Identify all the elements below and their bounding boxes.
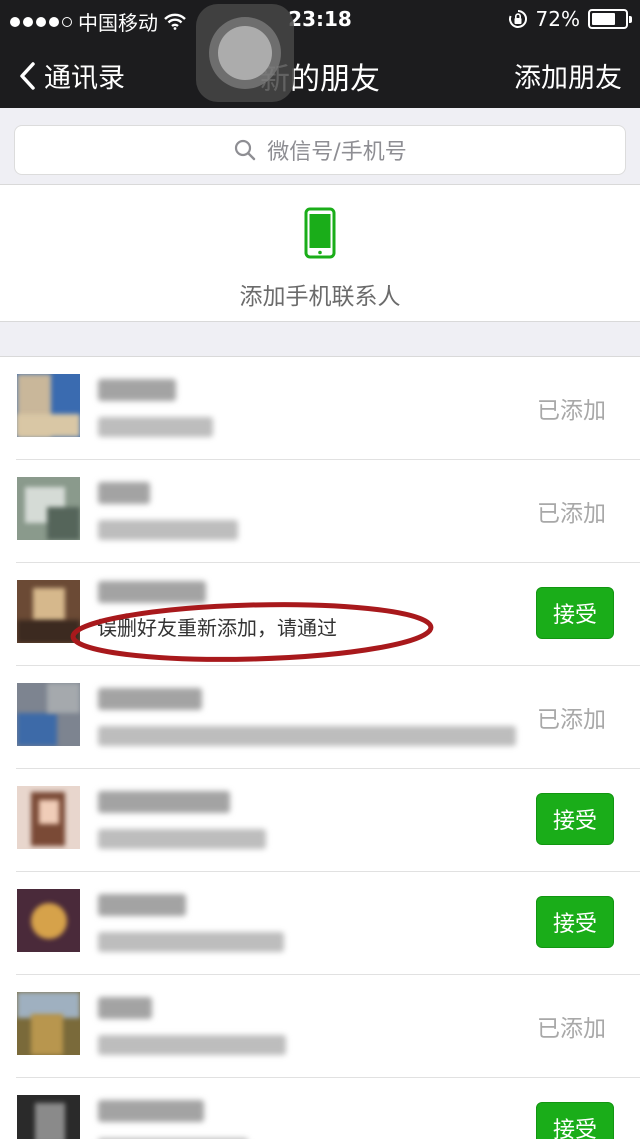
- search-placeholder: 微信号/手机号: [267, 140, 407, 165]
- avatar: [17, 477, 80, 540]
- avatar: [17, 889, 80, 952]
- list-item[interactable]: 已添加: [0, 357, 640, 460]
- friend-request-list: 已添加 已添加 误删好友重新添加，请通过 接受 已添加 接受 接受 已添加 接受: [0, 356, 640, 1139]
- contact-name-blurred: [98, 379, 176, 401]
- add-phone-contacts-label: 添加手机联系人: [239, 284, 401, 310]
- added-status: 已添加: [537, 707, 606, 733]
- accept-button[interactable]: 接受: [536, 587, 614, 639]
- search-icon: [235, 139, 256, 161]
- list-item[interactable]: 接受: [0, 769, 640, 872]
- message-preview-blurred: [98, 520, 238, 540]
- list-item[interactable]: 接受: [0, 1078, 640, 1139]
- message-preview-blurred: [98, 417, 213, 437]
- contact-name-blurred: [98, 997, 152, 1019]
- message-preview: 误删好友重新添加，请通过: [97, 616, 337, 640]
- list-item[interactable]: 接受: [0, 872, 640, 975]
- contact-name-blurred: [98, 791, 230, 813]
- message-preview-blurred: [98, 726, 516, 746]
- add-friends-button[interactable]: 添加朋友: [514, 56, 622, 95]
- added-status: 已添加: [537, 501, 606, 527]
- status-bar: 中国移动 23:18 72%: [0, 0, 640, 40]
- battery-percent: 72%: [535, 7, 580, 31]
- avatar: [17, 683, 80, 746]
- avatar: [17, 992, 80, 1055]
- added-status: 已添加: [537, 398, 606, 424]
- message-preview-blurred: [98, 829, 266, 849]
- contact-name-blurred: [98, 894, 186, 916]
- contact-name-blurred: [98, 581, 206, 603]
- avatar: [17, 1095, 80, 1139]
- list-item[interactable]: 已添加: [0, 460, 640, 563]
- list-item[interactable]: 已添加: [0, 975, 640, 1078]
- accept-button[interactable]: 接受: [536, 793, 614, 845]
- avatar: [17, 374, 80, 437]
- battery-icon: [588, 9, 632, 29]
- contact-name-blurred: [98, 688, 202, 710]
- accept-button[interactable]: 接受: [536, 1102, 614, 1139]
- avatar: [17, 786, 80, 849]
- mobile-phone-icon: [304, 207, 336, 259]
- added-status: 已添加: [537, 1016, 606, 1042]
- rotation-lock-icon: [508, 10, 527, 28]
- message-preview-blurred: [98, 1035, 286, 1055]
- navigation-bar: 通讯录 新的朋友 添加朋友: [0, 40, 640, 108]
- assistive-touch-button[interactable]: [196, 4, 294, 102]
- search-section: 微信号/手机号: [0, 108, 640, 184]
- avatar: [17, 580, 80, 643]
- search-input[interactable]: 微信号/手机号: [14, 125, 626, 175]
- accept-button[interactable]: 接受: [536, 896, 614, 948]
- message-preview-blurred: [98, 932, 284, 952]
- contact-name-blurred: [98, 1100, 204, 1122]
- list-item[interactable]: 误删好友重新添加，请通过 接受: [0, 563, 640, 666]
- contact-name-blurred: [98, 482, 150, 504]
- list-item[interactable]: 已添加: [0, 666, 640, 769]
- add-phone-contacts-button[interactable]: 添加手机联系人: [0, 184, 640, 322]
